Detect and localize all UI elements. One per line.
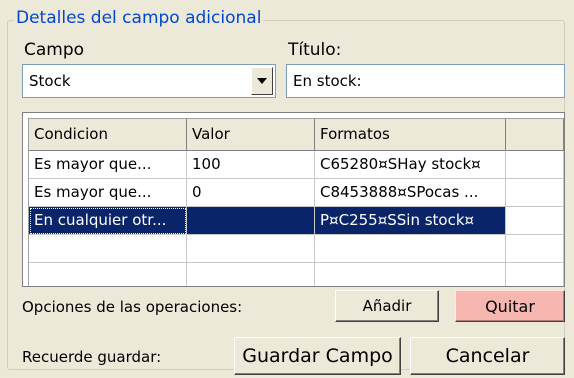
cell-condition[interactable]: Es mayor que...: [29, 179, 187, 207]
cancel-button[interactable]: Cancelar: [410, 337, 565, 375]
cell-format[interactable]: [315, 235, 506, 263]
cell-value[interactable]: 0: [187, 179, 315, 207]
field-label: Campo: [24, 40, 85, 60]
column-header-extra[interactable]: [506, 119, 564, 151]
cell-extra[interactable]: [506, 207, 564, 235]
cell-value[interactable]: [187, 263, 315, 286]
cell-value[interactable]: [187, 207, 315, 235]
grid-header-row: Condicion Valor Formatos: [29, 119, 564, 151]
cell-condition[interactable]: [29, 263, 187, 286]
cell-format[interactable]: C8453888¤SPocas ...: [315, 179, 506, 207]
save-reminder-label: Recuerde guardar:: [22, 348, 162, 366]
cell-condition[interactable]: [29, 235, 187, 263]
field-combobox[interactable]: Stock: [22, 64, 276, 98]
cell-extra[interactable]: [506, 151, 564, 179]
operations-label: Opciones de las operaciones:: [22, 298, 243, 316]
cell-format[interactable]: P¤C255¤SSin stock¤: [315, 207, 506, 235]
cell-value[interactable]: [187, 235, 315, 263]
table-row[interactable]: Es mayor que... 0 C8453888¤SPocas ...: [29, 179, 564, 207]
cell-format[interactable]: [315, 263, 506, 286]
groupbox-title: Detalles del campo adicional: [14, 8, 264, 28]
table-row-selected[interactable]: En cualquier otr... P¤C255¤SSin stock¤: [29, 207, 564, 235]
cell-value[interactable]: 100: [187, 151, 315, 179]
save-field-button[interactable]: Guardar Campo: [234, 337, 401, 375]
field-combobox-value: Stock: [29, 72, 71, 90]
conditions-grid[interactable]: Condicion Valor Formatos Es mayor que...…: [22, 112, 565, 287]
column-header-formats[interactable]: Formatos: [315, 119, 506, 151]
cell-extra[interactable]: [506, 263, 564, 286]
cell-extra[interactable]: [506, 179, 564, 207]
column-header-value[interactable]: Valor: [187, 119, 315, 151]
cell-format[interactable]: C65280¤SHay stock¤: [315, 151, 506, 179]
cell-extra[interactable]: [506, 235, 564, 263]
table-row-empty[interactable]: [29, 263, 564, 286]
remove-button[interactable]: Quitar: [455, 290, 565, 322]
table-row-empty[interactable]: [29, 235, 564, 263]
cell-condition[interactable]: En cualquier otr...: [29, 207, 187, 235]
table-row[interactable]: Es mayor que... 100 C65280¤SHay stock¤: [29, 151, 564, 179]
add-button[interactable]: Añadir: [335, 290, 439, 322]
title-input[interactable]: [286, 64, 565, 98]
chevron-down-icon: [257, 78, 267, 84]
column-header-condition[interactable]: Condicion: [29, 119, 187, 151]
combo-dropdown-button[interactable]: [251, 67, 273, 95]
cell-condition[interactable]: Es mayor que...: [29, 151, 187, 179]
title-label: Título:: [288, 40, 342, 60]
